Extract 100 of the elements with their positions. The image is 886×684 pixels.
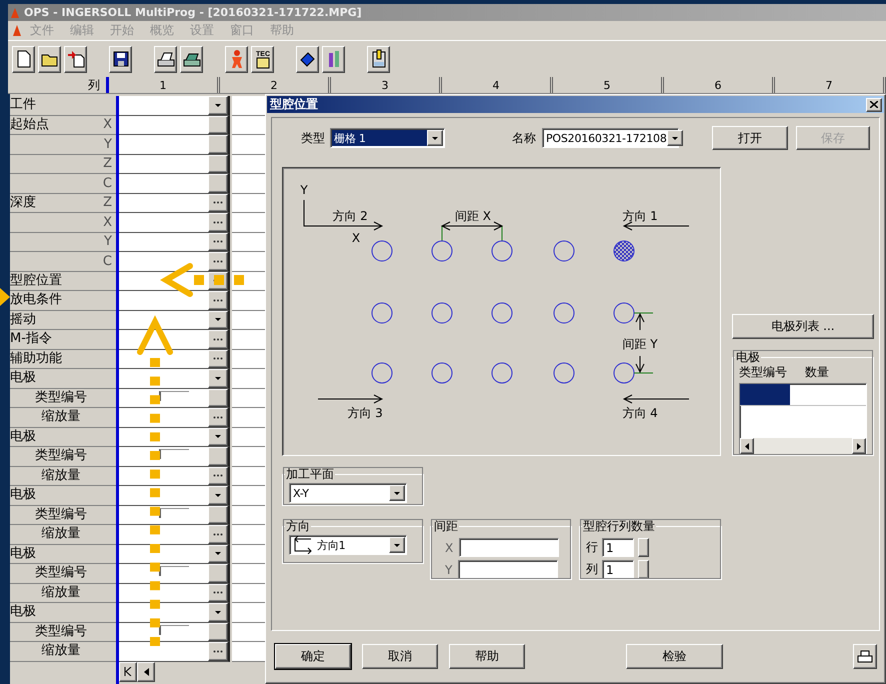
dropdown-cell[interactable] xyxy=(119,428,230,447)
toolbar-button[interactable] xyxy=(322,46,345,72)
input-field[interactable] xyxy=(458,560,558,579)
value-cell[interactable] xyxy=(232,330,265,350)
value-cell[interactable] xyxy=(232,506,265,525)
select-field[interactable]: X-Y xyxy=(289,483,407,503)
value-cell[interactable] xyxy=(119,447,230,466)
electrode-list[interactable] xyxy=(739,383,867,455)
ellipsis-button[interactable] xyxy=(208,213,228,232)
dialog-button[interactable]: 取消 xyxy=(362,644,438,669)
value-cell[interactable] xyxy=(232,369,265,388)
number-field[interactable]: 1 xyxy=(602,560,634,579)
toolbar-button[interactable] xyxy=(180,46,203,72)
value-cell[interactable] xyxy=(232,544,265,564)
ellipsis-button[interactable] xyxy=(208,350,228,368)
value-cell[interactable] xyxy=(119,525,230,544)
cell-button[interactable] xyxy=(208,174,228,192)
dialog-button[interactable]: 检验 xyxy=(626,644,723,669)
ellipsis-button[interactable] xyxy=(208,232,228,251)
dropdown-cell[interactable] xyxy=(119,603,230,622)
value-cell[interactable] xyxy=(232,466,265,486)
value-cell[interactable] xyxy=(119,622,230,642)
value-cell[interactable] xyxy=(119,232,230,252)
value-cell[interactable] xyxy=(119,213,230,232)
ellipsis-button[interactable] xyxy=(208,252,228,270)
toolbar-button[interactable] xyxy=(225,46,248,72)
value-cell[interactable] xyxy=(119,174,230,194)
value-cell[interactable] xyxy=(119,642,230,662)
value-cell[interactable] xyxy=(232,525,265,544)
value-cell[interactable] xyxy=(232,310,265,330)
value-cell[interactable] xyxy=(232,447,265,466)
electrode-list-button[interactable]: 电极列表 ... xyxy=(732,314,874,339)
toolbar-button[interactable] xyxy=(64,46,87,72)
value-cell[interactable] xyxy=(232,174,265,194)
value-cell[interactable] xyxy=(232,603,265,622)
cell-button[interactable] xyxy=(208,388,228,407)
value-cell[interactable] xyxy=(232,116,265,135)
ellipsis-button[interactable] xyxy=(208,330,228,348)
cell-button[interactable] xyxy=(208,447,228,466)
select-field[interactable]: 栅格 1 xyxy=(330,128,445,148)
ellipsis-button[interactable] xyxy=(208,584,228,602)
value-cell[interactable] xyxy=(232,194,265,213)
input-field[interactable] xyxy=(459,538,560,557)
value-cell[interactable] xyxy=(119,135,230,154)
value-cell[interactable] xyxy=(232,642,265,662)
value-cell[interactable] xyxy=(232,428,265,447)
spin-button[interactable] xyxy=(638,538,649,557)
value-cell[interactable] xyxy=(119,154,230,174)
cell-button[interactable] xyxy=(208,135,228,154)
toolbar-button[interactable] xyxy=(109,46,132,72)
value-cell[interactable] xyxy=(232,252,265,272)
dialog-button[interactable]: 帮助 xyxy=(449,644,525,669)
close-button[interactable] xyxy=(866,98,882,112)
value-cell[interactable] xyxy=(232,232,265,252)
value-cell[interactable] xyxy=(119,584,230,603)
value-cell[interactable] xyxy=(232,388,265,408)
value-cell[interactable] xyxy=(232,564,265,584)
ellipsis-button[interactable] xyxy=(208,291,228,310)
select-field[interactable]: 方向1 xyxy=(289,535,407,555)
value-cell[interactable] xyxy=(119,564,230,584)
toolbar-button[interactable] xyxy=(12,46,35,72)
value-cell[interactable] xyxy=(232,96,265,116)
dialog-button[interactable]: 打开 xyxy=(712,126,788,150)
toolbar-button[interactable] xyxy=(38,46,61,72)
value-cell[interactable] xyxy=(232,622,265,642)
value-cell[interactable] xyxy=(119,116,230,135)
previous-button[interactable] xyxy=(137,662,155,682)
value-cell[interactable] xyxy=(232,486,265,506)
ellipsis-button[interactable] xyxy=(208,408,228,426)
value-cell[interactable] xyxy=(119,252,230,272)
cell-button[interactable] xyxy=(208,564,228,582)
spin-button[interactable] xyxy=(638,560,649,579)
cell-button[interactable] xyxy=(208,116,228,134)
value-cell[interactable] xyxy=(232,154,265,174)
value-cell[interactable] xyxy=(119,291,230,310)
first-page-button[interactable] xyxy=(119,662,137,682)
toolbar-button[interactable] xyxy=(154,46,177,72)
value-cell[interactable] xyxy=(119,466,230,486)
ellipsis-button[interactable] xyxy=(208,194,228,212)
value-cell[interactable] xyxy=(119,194,230,213)
number-field[interactable]: 1 xyxy=(602,538,634,557)
dropdown-cell[interactable] xyxy=(119,486,230,506)
value-cell[interactable] xyxy=(232,350,265,369)
value-cell[interactable] xyxy=(119,388,230,408)
dropdown-cell[interactable] xyxy=(119,310,230,330)
value-cell[interactable] xyxy=(232,584,265,603)
dropdown-cell[interactable] xyxy=(119,544,230,564)
value-cell[interactable] xyxy=(232,213,265,232)
toolbar-button[interactable] xyxy=(367,46,390,72)
dropdown-cell[interactable] xyxy=(119,369,230,388)
value-cell[interactable] xyxy=(119,506,230,525)
cell-button[interactable] xyxy=(208,506,228,524)
value-cell[interactable] xyxy=(119,408,230,428)
value-cell[interactable] xyxy=(232,408,265,428)
horizontal-scrollbar[interactable] xyxy=(740,438,866,454)
value-cell[interactable] xyxy=(232,135,265,154)
value-cell[interactable] xyxy=(232,291,265,310)
cell-button[interactable] xyxy=(208,622,228,641)
dialog-button[interactable]: 确定 xyxy=(275,644,351,669)
ellipsis-button[interactable] xyxy=(208,525,228,544)
